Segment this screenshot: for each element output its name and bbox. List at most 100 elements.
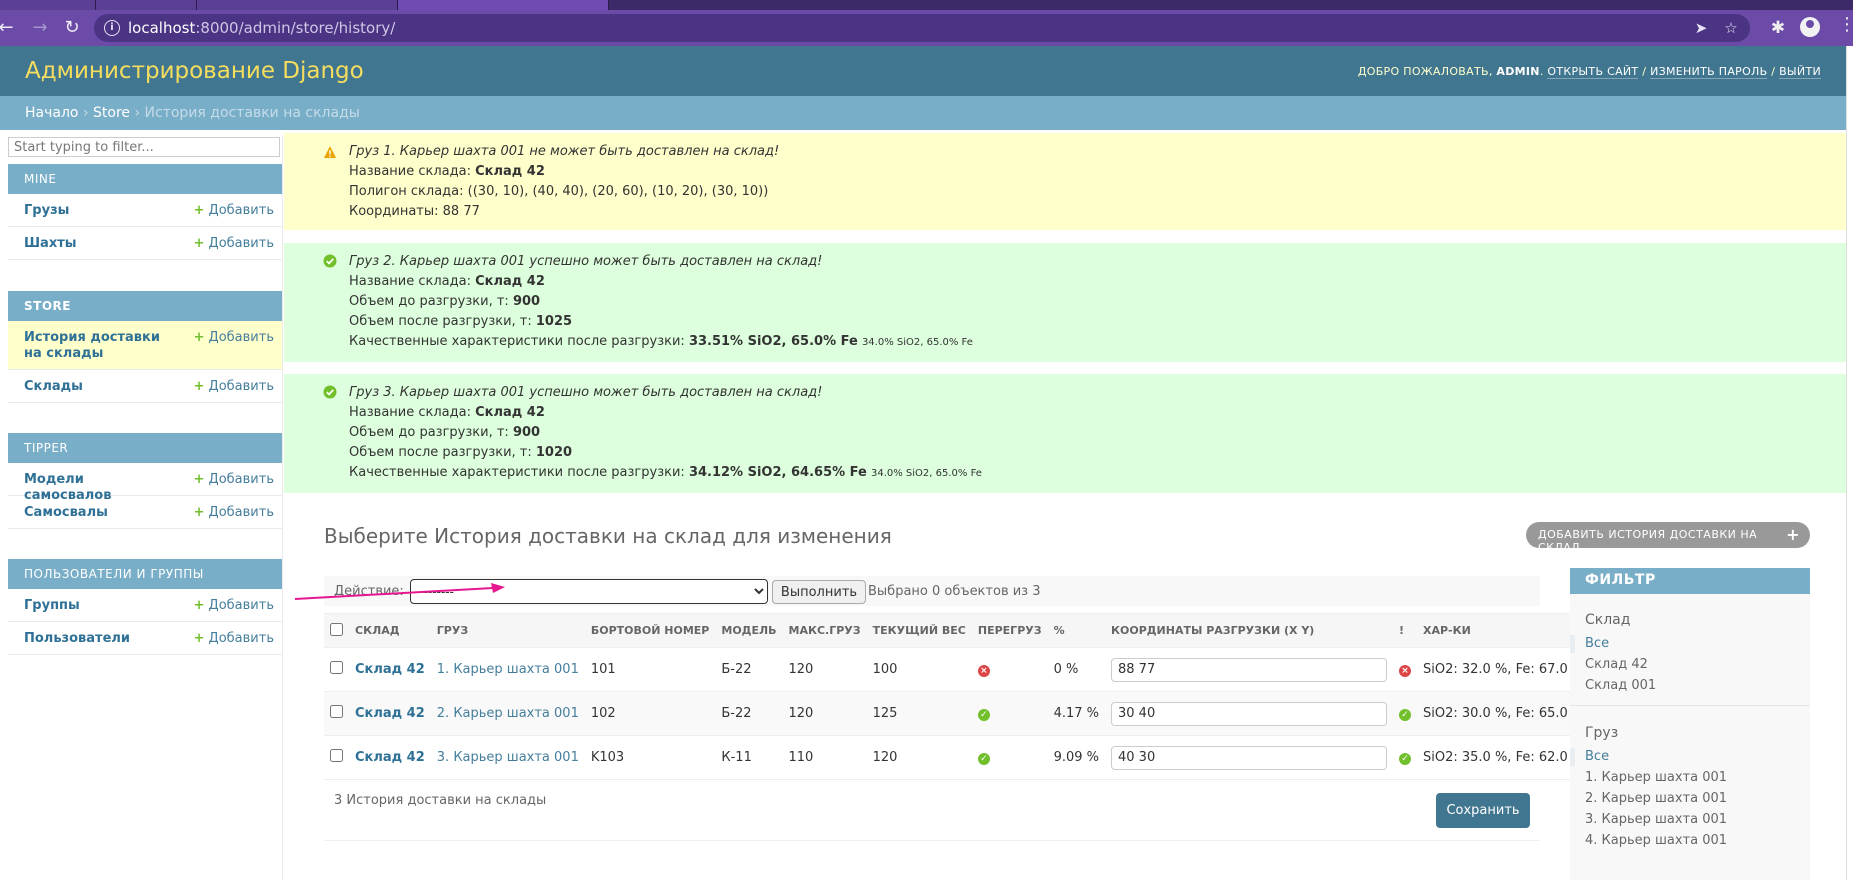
sidebar-add-link[interactable]: + Добавить: [194, 236, 274, 251]
message-line: Объем до разгрузки, т: 900: [349, 294, 541, 309]
column-header[interactable]: Модель: [715, 613, 783, 648]
filter-option[interactable]: 1. Карьер шахта 001: [1585, 770, 1727, 785]
gruz-link[interactable]: 3. Карьер шахта 001: [437, 750, 579, 765]
coords-input[interactable]: [1111, 745, 1387, 770]
current-weight-cell: 125: [872, 706, 898, 721]
column-header[interactable]: Макс.груз: [782, 613, 867, 648]
select-all-header: [324, 613, 349, 648]
browser-menu-icon[interactable]: ⋮: [1838, 14, 1853, 35]
app-caption-tipper[interactable]: TIPPER: [8, 433, 282, 463]
sklad-link[interactable]: Склад 42: [355, 750, 425, 765]
yes-check-icon: ✓: [1399, 709, 1411, 721]
filter-option[interactable]: Склад 001: [1585, 678, 1656, 693]
reload-icon[interactable]: ↻: [60, 17, 84, 39]
model-cell: Б-22: [721, 662, 752, 677]
sidebar-add-link[interactable]: + Добавить: [194, 505, 274, 520]
sidebar-add-link[interactable]: + Добавить: [194, 203, 274, 218]
browser-tab[interactable]: [96, 0, 197, 10]
message-line: Качественные характеристики после разгру…: [349, 465, 982, 480]
column-header[interactable]: Хар-ки: [1417, 613, 1591, 648]
forward-icon[interactable]: →: [28, 17, 52, 39]
sidebar-item-label[interactable]: Грузы: [24, 203, 174, 219]
sidebar-add-link[interactable]: + Добавить: [194, 330, 274, 345]
plus-icon: +: [193, 631, 205, 646]
column-header[interactable]: Склад: [349, 613, 431, 648]
filter-option[interactable]: 4. Карьер шахта 001: [1585, 833, 1727, 848]
app-caption-store[interactable]: STORE: [8, 291, 282, 321]
breadcrumb-app[interactable]: Store: [93, 105, 130, 121]
coords-input[interactable]: [1111, 701, 1387, 726]
sidebar-item-tipper-models: Модели самосвалов + Добавить: [8, 463, 282, 503]
filter-option[interactable]: Все: [1585, 749, 1609, 764]
sidebar-filter-input[interactable]: [8, 137, 280, 157]
sidebar-add-link[interactable]: + Добавить: [194, 379, 274, 394]
filter-option[interactable]: 2. Карьер шахта 001: [1585, 791, 1727, 806]
app-caption-auth[interactable]: ПОЛЬЗОВАТЕЛИ И ГРУППЫ: [8, 559, 282, 589]
browser-tab[interactable]: [197, 0, 398, 10]
sklad-link[interactable]: Склад 42: [355, 662, 425, 677]
sidebar-item-label[interactable]: Склады: [24, 379, 174, 395]
column-header[interactable]: Перегруз: [971, 613, 1048, 648]
site-branding[interactable]: Администрирование Django: [25, 58, 364, 84]
sidebar-add-link[interactable]: + Добавить: [194, 472, 274, 487]
current-weight-cell: 100: [872, 662, 898, 677]
sidebar-item-label[interactable]: Шахты: [24, 236, 174, 252]
run-action-button[interactable]: Выполнить: [772, 580, 866, 604]
sidebar-item-label[interactable]: Пользователи: [24, 631, 174, 647]
view-site-link[interactable]: Открыть сайт: [1547, 65, 1639, 79]
filter-option[interactable]: Склад 42: [1585, 657, 1648, 672]
back-icon[interactable]: ←: [0, 17, 18, 39]
sidebar-item-users: Пользователи + Добавить: [8, 622, 282, 655]
logout-link[interactable]: Выйти: [1779, 65, 1821, 79]
row-select-checkbox[interactable]: [330, 749, 343, 762]
sidebar-add-link[interactable]: + Добавить: [194, 598, 274, 613]
row-select-checkbox[interactable]: [330, 661, 343, 674]
column-header[interactable]: Груз: [430, 613, 585, 648]
column-header[interactable]: !: [1393, 613, 1417, 648]
username: admin: [1496, 65, 1540, 78]
sidebar-item-label[interactable]: Группы: [24, 598, 174, 614]
column-header[interactable]: Бортовой номер: [584, 613, 716, 648]
browser-tab[interactable]: [0, 0, 96, 10]
address-url[interactable]: localhost:8000/admin/store/history/: [128, 19, 395, 37]
row-select-checkbox[interactable]: [330, 705, 343, 718]
save-button[interactable]: Сохранить: [1436, 793, 1530, 828]
message-title: Груз 1. Карьер шахта 001 не может быть д…: [349, 144, 780, 159]
select-all-checkbox[interactable]: [330, 622, 343, 636]
filter-option[interactable]: Все: [1585, 636, 1609, 651]
message-line: Качественные характеристики после разгру…: [349, 334, 973, 349]
filter-option[interactable]: 3. Карьер шахта 001: [1585, 812, 1727, 827]
sidebar-item-label[interactable]: Самосвалы: [24, 505, 174, 521]
page-scrollbar[interactable]: [1846, 46, 1847, 880]
characteristics-cell: SiO2: 30.0 %, Fe: 65.0 %: [1423, 706, 1585, 721]
sidebar-item-label[interactable]: История доставки на склады: [24, 330, 174, 362]
browser-tab-active[interactable]: [398, 0, 609, 10]
site-info-icon[interactable]: i: [104, 20, 120, 36]
sklad-link[interactable]: Склад 42: [355, 706, 425, 721]
model-cell: Б-22: [721, 706, 752, 721]
success-check-icon: [323, 254, 337, 268]
column-header[interactable]: Текущий вес: [866, 613, 972, 648]
change-password-link[interactable]: Изменить пароль: [1650, 65, 1768, 79]
coords-input[interactable]: [1111, 657, 1387, 682]
add-history-button[interactable]: Добавить История доставки на склад +: [1526, 522, 1810, 554]
percent-cell: 9.09 %: [1053, 750, 1099, 765]
yes-check-icon: ✓: [977, 753, 990, 765]
characteristics-cell: SiO2: 35.0 %, Fe: 62.0 %: [1423, 750, 1585, 765]
sidebar-add-link[interactable]: + Добавить: [194, 631, 274, 646]
column-header[interactable]: Координаты разгрузки (X Y): [1105, 613, 1393, 648]
gruz-link[interactable]: 2. Карьер шахта 001: [437, 706, 579, 721]
table-row: Склад 42 2. Карьер шахта 001 102 Б-22 120 125…: [324, 691, 1591, 736]
gruz-link[interactable]: 1. Карьер шахта 001: [437, 662, 579, 677]
extensions-puzzle-icon[interactable]: ✱: [1766, 17, 1790, 39]
app-caption-mine[interactable]: MINE: [8, 164, 282, 194]
message-line: Координаты: 88 77: [349, 204, 480, 219]
profile-avatar-icon[interactable]: [1800, 17, 1820, 37]
message-line: Объем после разгрузки, т: 1025: [349, 314, 573, 329]
breadcrumb-home[interactable]: Начало: [25, 105, 78, 121]
send-icon[interactable]: ➤: [1690, 18, 1712, 38]
address-bar[interactable]: i localhost:8000/admin/store/history/ ➤ …: [94, 14, 1750, 42]
column-header[interactable]: %: [1047, 613, 1105, 648]
bookmark-star-icon[interactable]: ☆: [1720, 18, 1742, 38]
bort-number: 101: [590, 662, 616, 677]
